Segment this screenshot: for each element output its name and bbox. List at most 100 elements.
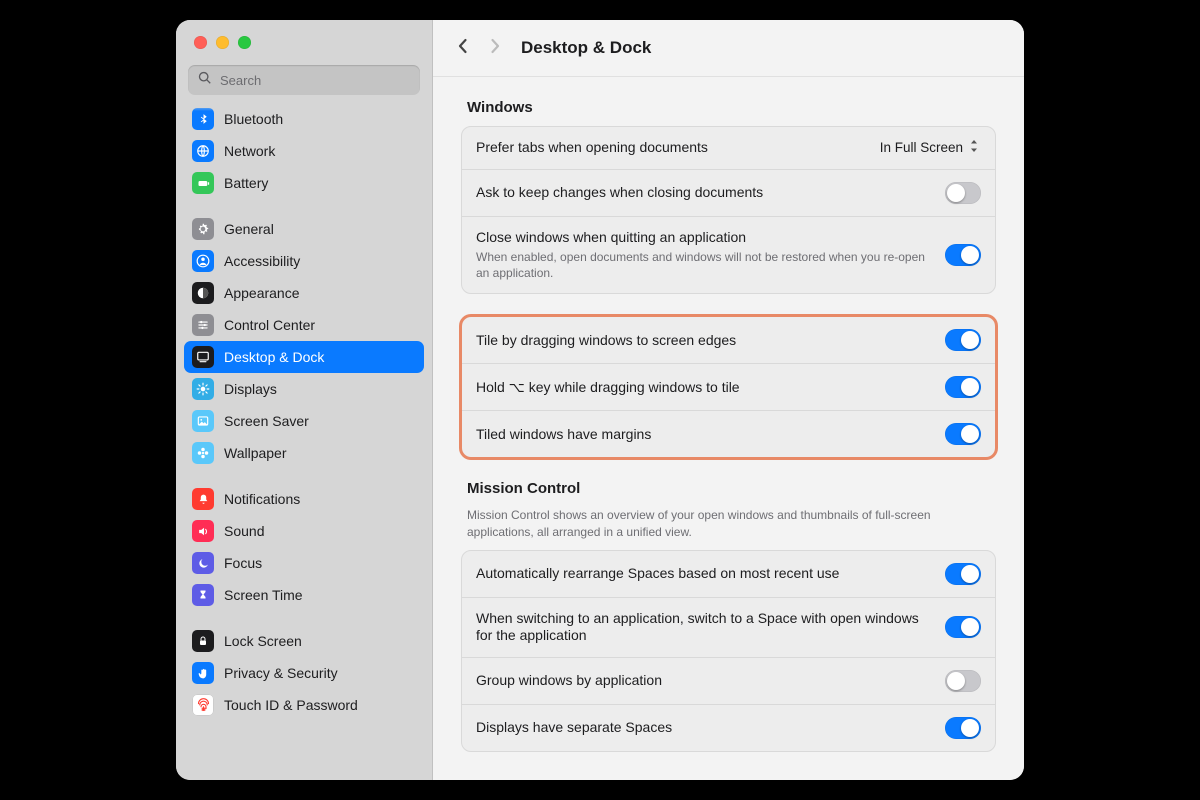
sidebar-item-battery[interactable]: Battery <box>184 167 424 199</box>
row-group-by-app: Group windows by application <box>462 657 995 704</box>
sidebar-group-separator <box>184 199 424 213</box>
sidebar-item-touch-id[interactable]: Touch ID & Password <box>184 689 424 721</box>
row-switch-to-space: When switching to an application, switch… <box>462 597 995 657</box>
sidebar-item-label: Sound <box>224 523 264 539</box>
control-center-icon <box>192 314 214 336</box>
sidebar-item-label: Bluetooth <box>224 111 283 127</box>
panel-windows-general: Prefer tabs when opening documents In Fu… <box>461 126 996 294</box>
forward-button[interactable] <box>487 38 503 59</box>
sidebar-item-label: Focus <box>224 555 262 571</box>
sidebar-item-sound[interactable]: Sound <box>184 515 424 547</box>
sidebar-item-label: Control Center <box>224 317 315 333</box>
section-desc-mission-control: Mission Control shows an overview of you… <box>467 507 990 539</box>
sublabel-close-on-quit: When enabled, open documents and windows… <box>476 249 931 281</box>
sidebar-item-privacy[interactable]: Privacy & Security <box>184 657 424 689</box>
sidebar-item-accessibility[interactable]: Accessibility <box>184 245 424 277</box>
sidebar-item-desktop-dock[interactable]: Desktop & Dock <box>184 341 424 373</box>
privacy-icon <box>192 662 214 684</box>
close-window-button[interactable] <box>194 36 207 49</box>
row-separate-displays: Displays have separate Spaces <box>462 704 995 751</box>
sidebar-list: Bluetooth Network Battery General Accessibil… <box>176 103 432 780</box>
sidebar-item-lock-screen[interactable]: Lock Screen <box>184 625 424 657</box>
sidebar-item-appearance[interactable]: Appearance <box>184 277 424 309</box>
sidebar-item-focus[interactable]: Focus <box>184 547 424 579</box>
sidebar-item-label: Touch ID & Password <box>224 697 358 713</box>
battery-icon <box>192 172 214 194</box>
sidebar-item-control-center[interactable]: Control Center <box>184 309 424 341</box>
sidebar-item-notifications[interactable]: Notifications <box>184 483 424 515</box>
label-tile-margins: Tiled windows have margins <box>476 426 931 444</box>
search-icon <box>198 71 212 90</box>
search-input[interactable] <box>218 72 410 89</box>
row-tile-option: Hold ⌥ key while dragging windows to til… <box>462 363 995 410</box>
sidebar-item-label: Screen Saver <box>224 413 309 429</box>
wallpaper-icon <box>192 442 214 464</box>
search-field[interactable] <box>188 65 420 95</box>
sidebar-item-label: General <box>224 221 274 237</box>
sidebar-item-label: Desktop & Dock <box>224 349 324 365</box>
section-heading-windows: Windows <box>467 99 990 116</box>
appearance-icon <box>192 282 214 304</box>
label-prefer-tabs: Prefer tabs when opening documents <box>476 139 864 157</box>
system-settings-window: Bluetooth Network Battery General Accessibil… <box>176 20 1024 780</box>
sidebar: Bluetooth Network Battery General Accessibil… <box>176 20 433 780</box>
sidebar-item-label: Battery <box>224 175 268 191</box>
content: Desktop & Dock Windows Prefer tabs when … <box>433 20 1024 780</box>
sidebar-group-separator <box>184 469 424 483</box>
section-heading-mission-control: Mission Control <box>467 480 990 497</box>
bluetooth-icon <box>192 108 214 130</box>
titlebar: Desktop & Dock <box>433 20 1024 77</box>
panel-window-tiling: Tile by dragging windows to screen edges… <box>461 316 996 458</box>
label-tile-option: Hold ⌥ key while dragging windows to til… <box>476 379 931 397</box>
back-button[interactable] <box>455 38 471 59</box>
lock-screen-icon <box>192 630 214 652</box>
row-ask-keep-changes: Ask to keep changes when closing documen… <box>462 169 995 216</box>
displays-icon <box>192 378 214 400</box>
sidebar-item-screen-time[interactable]: Screen Time <box>184 579 424 611</box>
sidebar-item-network[interactable]: Network <box>184 135 424 167</box>
network-icon <box>192 140 214 162</box>
sidebar-item-label: Lock Screen <box>224 633 302 649</box>
minimize-window-button[interactable] <box>216 36 229 49</box>
toggle-auto-rearrange[interactable] <box>945 563 981 585</box>
sidebar-item-screen-saver[interactable]: Screen Saver <box>184 405 424 437</box>
sidebar-item-label: Network <box>224 143 275 159</box>
sidebar-item-label: Wallpaper <box>224 445 287 461</box>
toggle-tile-edges[interactable] <box>945 329 981 351</box>
label-separate-displays: Displays have separate Spaces <box>476 719 931 737</box>
toggle-switch-to-space[interactable] <box>945 616 981 638</box>
sidebar-item-label: Accessibility <box>224 253 300 269</box>
toggle-close-on-quit[interactable] <box>945 244 981 266</box>
sound-icon <box>192 520 214 542</box>
sidebar-group-separator <box>184 611 424 625</box>
row-tile-edges: Tile by dragging windows to screen edges <box>462 317 995 363</box>
nav-arrows <box>455 38 503 59</box>
screen-saver-icon <box>192 410 214 432</box>
sidebar-item-label: Notifications <box>224 491 300 507</box>
sidebar-item-bluetooth[interactable]: Bluetooth <box>184 103 424 135</box>
chevron-up-down-icon <box>969 139 979 156</box>
touch-id-icon <box>192 694 214 716</box>
sidebar-item-label: Privacy & Security <box>224 665 338 681</box>
dropdown-prefer-tabs[interactable]: In Full Screen <box>878 139 981 156</box>
sidebar-item-displays[interactable]: Displays <box>184 373 424 405</box>
sidebar-item-general[interactable]: General <box>184 213 424 245</box>
label-close-on-quit: Close windows when quitting an applicati… <box>476 229 931 247</box>
traffic-lights <box>176 20 432 61</box>
toggle-group-by-app[interactable] <box>945 670 981 692</box>
toggle-separate-displays[interactable] <box>945 717 981 739</box>
row-close-on-quit: Close windows when quitting an applicati… <box>462 216 995 294</box>
zoom-window-button[interactable] <box>238 36 251 49</box>
sidebar-item-label: Displays <box>224 381 277 397</box>
accessibility-icon <box>192 250 214 272</box>
toggle-ask-keep-changes[interactable] <box>945 182 981 204</box>
label-auto-rearrange: Automatically rearrange Spaces based on … <box>476 565 931 583</box>
sidebar-item-label: Screen Time <box>224 587 303 603</box>
notifications-icon <box>192 488 214 510</box>
toggle-tile-margins[interactable] <box>945 423 981 445</box>
toggle-tile-option[interactable] <box>945 376 981 398</box>
label-switch-to-space: When switching to an application, switch… <box>476 610 931 645</box>
settings-scroll[interactable]: Windows Prefer tabs when opening documen… <box>433 77 1024 780</box>
page-title: Desktop & Dock <box>521 38 651 58</box>
sidebar-item-wallpaper[interactable]: Wallpaper <box>184 437 424 469</box>
